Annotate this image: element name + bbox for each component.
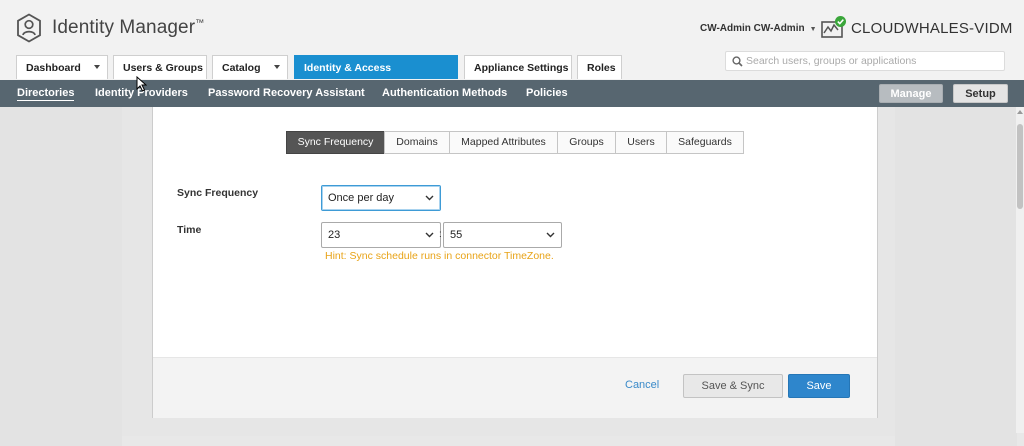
hour-select[interactable]: 23: [321, 222, 441, 248]
mouse-pointer-icon: [136, 76, 147, 92]
user-menu[interactable]: CW-Admin CW-Admin ▼: [700, 23, 817, 34]
tab-appliance-settings[interactable]: Appliance Settings: [464, 55, 572, 79]
dropdown-arrow-icon: [94, 65, 100, 69]
app-title: Identity Manager™: [52, 17, 205, 38]
tenant-name: CLOUDWHALES-VIDM: [851, 20, 1013, 37]
manage-button[interactable]: Manage: [879, 84, 943, 103]
chevron-down-icon: [546, 232, 555, 238]
time-label: Time: [177, 224, 202, 236]
tab-dashboard[interactable]: Dashboard: [16, 55, 108, 79]
save-button[interactable]: Save: [788, 374, 850, 398]
identity-manager-logo-icon: [17, 13, 41, 43]
segment-tab-groups[interactable]: Groups: [557, 131, 616, 154]
cancel-link[interactable]: Cancel: [625, 379, 659, 391]
subnav-directories[interactable]: Directories: [17, 87, 75, 101]
minute-value: 55: [450, 229, 463, 241]
minute-select[interactable]: 55: [443, 222, 562, 248]
search-icon: [732, 56, 743, 67]
subnav-authentication-methods[interactable]: Authentication Methods: [382, 87, 507, 99]
tab-users-groups[interactable]: Users & Groups: [113, 55, 207, 79]
save-and-sync-button[interactable]: Save & Sync: [683, 374, 783, 398]
chevron-down-icon: [425, 195, 434, 201]
subnav-password-recovery-assistant[interactable]: Password Recovery Assistant: [208, 87, 365, 99]
sync-frequency-value: Once per day: [328, 192, 395, 204]
setup-button[interactable]: Setup: [953, 84, 1008, 103]
tab-identity-access-management[interactable]: Identity & Access Management: [294, 55, 458, 98]
search-input[interactable]: [746, 53, 1001, 69]
search-box[interactable]: [725, 51, 1005, 71]
dropdown-arrow-icon: [274, 65, 280, 69]
left-gutter: [0, 107, 122, 446]
subnav-policies[interactable]: Policies: [526, 87, 568, 99]
segment-tab-users[interactable]: Users: [615, 131, 667, 154]
segment-tab-domains[interactable]: Domains: [384, 131, 450, 154]
tab-roles[interactable]: Roles: [577, 55, 622, 79]
sync-frequency-select[interactable]: Once per day: [321, 185, 441, 211]
chart-check-icon: [821, 16, 846, 38]
segment-tab-safeguards[interactable]: Safeguards: [666, 131, 744, 154]
caret-down-icon: ▼: [809, 26, 817, 33]
scrollbar-thumb[interactable]: [1017, 124, 1023, 209]
hour-value: 23: [328, 229, 341, 241]
segment-tab-mapped-attributes[interactable]: Mapped Attributes: [449, 131, 558, 154]
right-gutter: [895, 107, 1017, 446]
chevron-down-icon: [425, 232, 434, 238]
time-separator: :: [439, 229, 442, 240]
segment-tab-sync-frequency[interactable]: Sync Frequency: [286, 131, 385, 154]
tab-catalog[interactable]: Catalog: [212, 55, 288, 79]
timezone-hint: Hint: Sync schedule runs in connector Ti…: [325, 250, 554, 262]
sync-frequency-label: Sync Frequency: [177, 187, 259, 199]
scroll-up-icon[interactable]: [1017, 110, 1023, 114]
sub-navigation: Directories Identity Providers Password …: [0, 80, 1024, 107]
